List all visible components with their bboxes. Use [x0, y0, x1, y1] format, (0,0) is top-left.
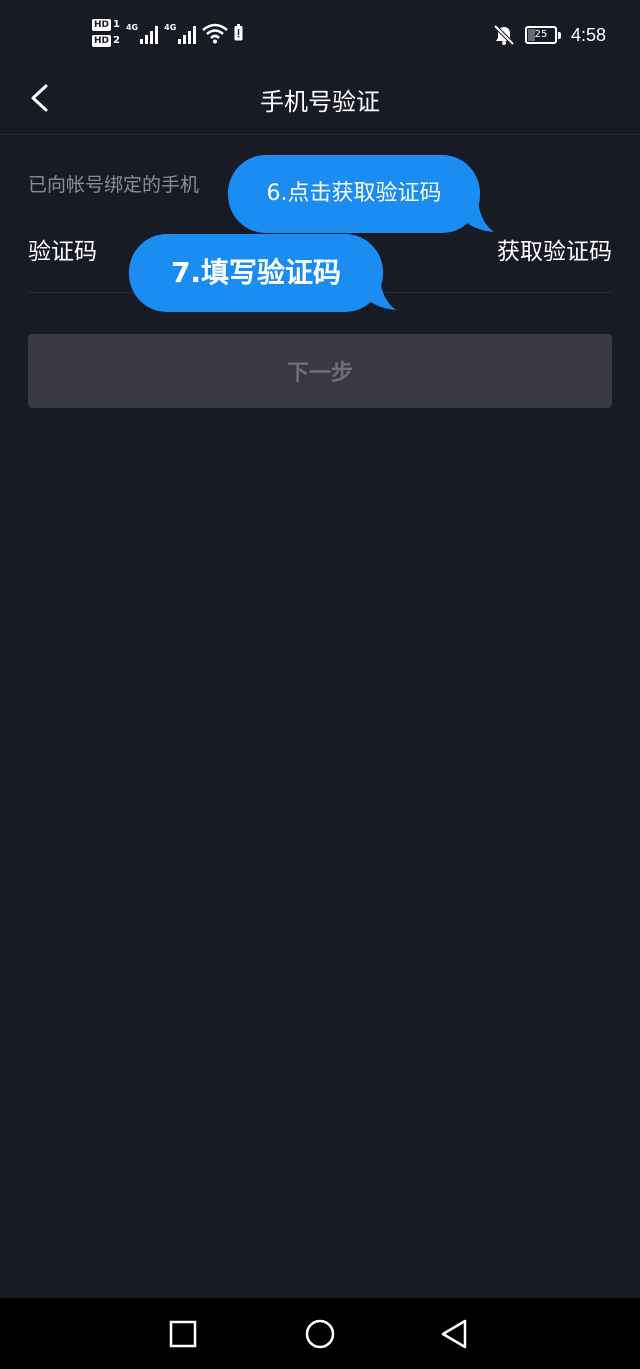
- network-type: 4G: [125, 22, 139, 32]
- code-label: 验证码: [28, 239, 97, 265]
- network-type: 4G: [164, 22, 177, 32]
- signal-2: 4G: [164, 22, 197, 44]
- square-icon[interactable]: [165, 1316, 201, 1352]
- battery-saver-icon: [234, 24, 243, 41]
- sim-number: 2: [113, 34, 120, 46]
- signal-1: 4G: [125, 22, 159, 44]
- annotation-step-7: 7.填写验证码: [129, 234, 383, 312]
- sim1-indicator: HD 1: [92, 18, 120, 31]
- sim2-indicator: HD 2: [92, 34, 120, 47]
- bell-muted-icon: [493, 24, 515, 46]
- circle-icon[interactable]: [302, 1316, 338, 1352]
- status-bar: HD 1 HD 2 4G 4G 25 4:58: [0, 0, 640, 72]
- header-bar: 手机号验证: [0, 72, 640, 135]
- annotation-step-6: 6.点击获取验证码: [228, 155, 480, 233]
- status-left: HD 1 HD 2 4G 4G: [92, 18, 243, 47]
- page-title: 手机号验证: [260, 88, 380, 116]
- signal-bars-icon: [178, 25, 197, 44]
- get-code-button[interactable]: 获取验证码: [497, 232, 612, 266]
- screen: HD 1 HD 2 4G 4G 25 4:58 手机号验证 已向帐号绑定的手机 …: [0, 0, 640, 1369]
- next-button[interactable]: 下一步: [28, 334, 612, 408]
- wifi-icon: [202, 23, 229, 43]
- clock: 4:58: [570, 24, 606, 45]
- sim-number: 1: [113, 18, 120, 30]
- hd-badge: HD: [92, 34, 112, 47]
- battery-level: 25: [534, 29, 548, 40]
- signal-bars-icon: [140, 25, 159, 44]
- battery-icon: 25: [524, 26, 561, 44]
- status-right: 25 4:58: [493, 24, 606, 46]
- hd-badge: HD: [92, 18, 112, 31]
- navigation-bar: [0, 1298, 640, 1369]
- hint-text: 已向帐号绑定的手机: [28, 174, 200, 196]
- sim-indicators: HD 1 HD 2: [92, 18, 120, 47]
- triangle-back-icon[interactable]: [437, 1316, 473, 1352]
